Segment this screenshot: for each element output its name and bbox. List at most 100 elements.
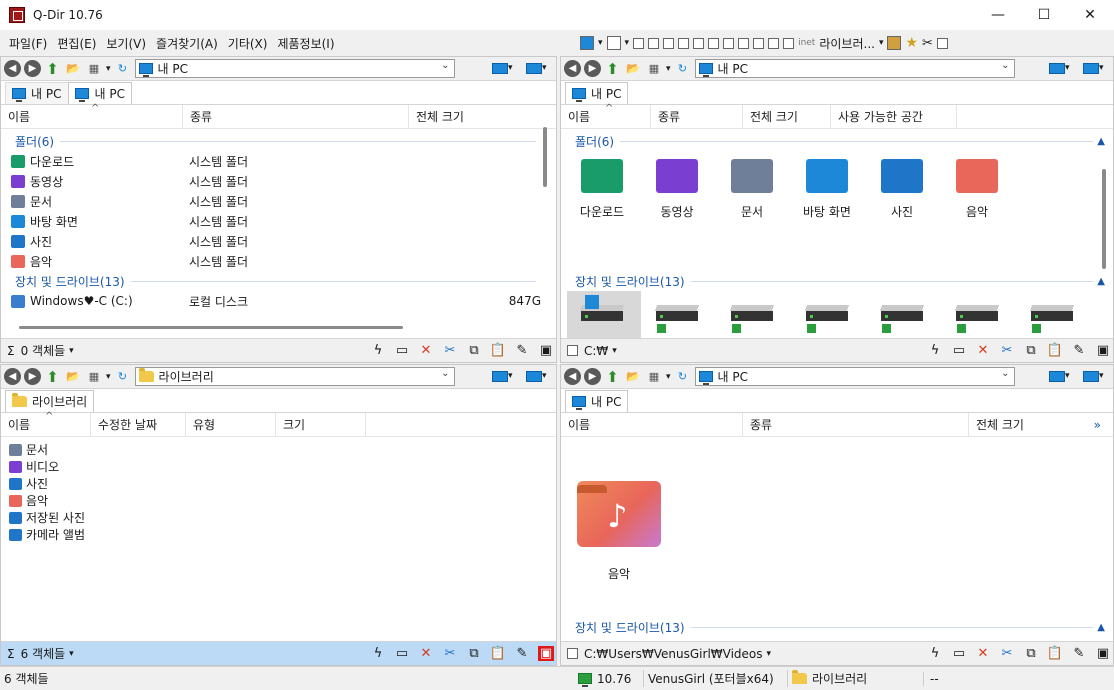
properties-icon[interactable]: ▣ (538, 646, 554, 661)
table-row[interactable]: 사진 시스템 폴더 (1, 231, 556, 251)
properties-icon[interactable]: ▣ (1095, 646, 1111, 661)
menu-info[interactable]: 제품정보(I) (272, 35, 339, 52)
bolt-icon[interactable]: ϟ (370, 343, 386, 358)
chevron-down-icon[interactable]: ▾ (625, 38, 630, 48)
chevron-down-icon[interactable]: ▾ (69, 649, 74, 659)
cut-icon[interactable]: ✂ (999, 646, 1015, 661)
layout-3f-icon[interactable] (738, 37, 750, 49)
rename-icon[interactable]: ▭ (394, 646, 410, 661)
table-row[interactable]: 다운로드 시스템 폴더 (1, 151, 556, 171)
star-icon[interactable]: ★ (905, 35, 918, 51)
menu-other[interactable]: 기타(X) (223, 35, 273, 52)
refresh-icon[interactable]: ↻ (674, 61, 692, 77)
menu-edit[interactable]: 편집(E) (52, 35, 101, 52)
layout-2v-icon[interactable] (648, 37, 660, 49)
refresh-icon[interactable]: ↻ (114, 61, 132, 77)
item-label[interactable]: 다운로드 (564, 203, 640, 220)
refresh-icon[interactable]: ↻ (114, 369, 132, 385)
cut-icon[interactable]: ✂ (442, 343, 458, 358)
horizontal-scrollbar[interactable] (19, 326, 403, 329)
layout-1c-icon[interactable] (783, 37, 795, 49)
group-drives[interactable]: 장치 및 드라이브(13) ▲ (561, 271, 1113, 291)
video-folder-icon[interactable] (656, 159, 698, 193)
delete-icon[interactable]: ✕ (418, 343, 434, 358)
edit-icon[interactable]: ✎ (514, 343, 530, 358)
col-size[interactable]: 전체 크기 (743, 104, 831, 129)
view-mode-button[interactable]: ▾ (492, 60, 518, 76)
up-button[interactable]: ⬆ (604, 368, 621, 386)
network-icon[interactable] (580, 36, 594, 50)
folder-tree-icon[interactable]: 📂 (624, 369, 642, 385)
address-bar[interactable]: 내 PC ⌄ (694, 59, 1015, 78)
list-item[interactable]: 비디오 (1, 458, 556, 475)
checkbox-icon[interactable] (567, 648, 578, 659)
forward-button[interactable]: ▶ (584, 60, 601, 77)
document-folder-icon[interactable] (731, 159, 773, 193)
tab-library[interactable]: 라이브러리 (5, 390, 95, 412)
delete-icon[interactable]: ✕ (418, 646, 434, 661)
folder-tree-icon[interactable]: 📂 (624, 61, 642, 77)
tools-icon[interactable]: ✂ (922, 36, 933, 51)
view-grid-icon[interactable]: ▦ (85, 61, 103, 77)
table-row[interactable]: 음악 시스템 폴더 (1, 251, 556, 271)
chevron-down-icon[interactable]: ▾ (767, 649, 772, 659)
list-item[interactable]: 음악 (1, 492, 556, 509)
paste-icon[interactable]: 📋 (1047, 343, 1063, 358)
network-drive-icon[interactable] (804, 299, 850, 335)
col-size[interactable]: 크기 (276, 412, 366, 437)
bolt-icon[interactable]: ϟ (370, 646, 386, 661)
layout-4-icon[interactable] (606, 36, 621, 50)
group-drives[interactable]: 장치 및 드라이브(13) (1, 271, 556, 291)
item-label[interactable]: 바탕 화면 (789, 203, 865, 220)
item-label[interactable]: 사진 (864, 203, 940, 220)
up-button[interactable]: ⬆ (44, 60, 61, 78)
chevron-down-icon[interactable]: ⌄ (1001, 368, 1009, 379)
delete-icon[interactable]: ✕ (975, 343, 991, 358)
window-icon[interactable] (936, 37, 948, 49)
copy-icon[interactable]: ⧉ (466, 343, 482, 358)
chevron-down-icon[interactable]: ▾ (69, 346, 74, 356)
chevron-down-icon[interactable]: ▾ (598, 38, 603, 48)
group-drives[interactable]: 장치 및 드라이브(13) ▲ (561, 617, 1113, 637)
chevron-down-icon[interactable]: ▾ (106, 64, 111, 74)
forward-button[interactable]: ▶ (24, 60, 41, 77)
table-row[interactable]: Windows♥-C (C:) 로컬 디스크 847G (1, 291, 556, 311)
inet-label[interactable]: inet (798, 38, 815, 48)
group-folders[interactable]: 폴더(6) ▲ (561, 131, 1113, 151)
cut-icon[interactable]: ✂ (442, 646, 458, 661)
table-row[interactable]: 바탕 화면 시스템 폴더 (1, 211, 556, 231)
menu-favorites[interactable]: 즐겨찾기(A) (151, 35, 223, 52)
address-bar[interactable]: 내 PC ⌄ (694, 367, 1015, 386)
view-grid-icon[interactable]: ▦ (85, 369, 103, 385)
list-item[interactable]: 저장된 사진 (1, 509, 556, 526)
rename-icon[interactable]: ▭ (951, 343, 967, 358)
chevron-down-icon[interactable]: ▾ (666, 64, 671, 74)
view-option-button[interactable]: ▾ (526, 368, 552, 384)
chevron-down-icon[interactable]: ▾ (879, 38, 884, 48)
view-mode-button[interactable]: ▾ (492, 368, 518, 384)
network-drive-icon[interactable] (654, 299, 700, 335)
back-button[interactable]: ◀ (564, 60, 581, 77)
paste-icon[interactable]: 📋 (1047, 646, 1063, 661)
back-button[interactable]: ◀ (564, 368, 581, 385)
music-folder-icon[interactable] (956, 159, 998, 193)
folder-tree-icon[interactable]: 📂 (64, 61, 82, 77)
chevron-down-icon[interactable]: ▾ (106, 372, 111, 382)
paste-icon[interactable]: 📋 (490, 343, 506, 358)
group-folders[interactable]: 폴더(6) (1, 131, 556, 151)
properties-icon[interactable]: ▣ (1095, 343, 1111, 358)
rename-icon[interactable]: ▭ (394, 343, 410, 358)
properties-icon[interactable]: ▣ (538, 343, 554, 358)
folder-tool-icon[interactable] (887, 36, 902, 50)
item-label[interactable]: 문서 (714, 203, 790, 220)
view-option-button[interactable]: ▾ (1083, 368, 1109, 384)
forward-button[interactable]: ▶ (584, 368, 601, 385)
chevron-down-icon[interactable]: ▾ (612, 346, 617, 356)
more-columns-icon[interactable]: » (1094, 418, 1101, 432)
delete-icon[interactable]: ✕ (975, 646, 991, 661)
list-item[interactable]: 사진 (1, 475, 556, 492)
library-dropdown[interactable]: 라이브러... (819, 35, 875, 52)
back-button[interactable]: ◀ (4, 368, 21, 385)
view-option-button[interactable]: ▾ (526, 60, 552, 76)
col-modified[interactable]: 수정한 날짜 (91, 412, 186, 437)
